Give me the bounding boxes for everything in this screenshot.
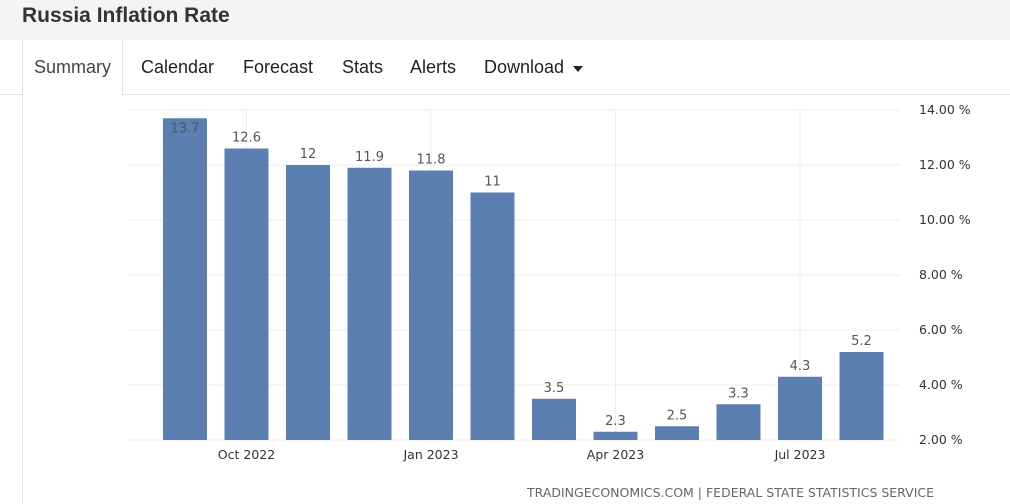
tab-alerts[interactable]: Alerts bbox=[410, 40, 456, 95]
tab-summary[interactable]: Summary bbox=[22, 40, 124, 96]
tab-download-label: Download bbox=[484, 57, 565, 77]
data-label: 2.3 bbox=[605, 414, 626, 429]
y-tick-label: 10.00 % bbox=[919, 212, 971, 227]
data-label: 11 bbox=[484, 175, 501, 190]
bar bbox=[409, 170, 453, 440]
y-tick-label: 6.00 % bbox=[919, 322, 963, 337]
data-label: 3.5 bbox=[544, 381, 565, 396]
data-label: 12 bbox=[300, 147, 317, 162]
chart-area: 2.00 % 4.00 % 6.00 % 8.00 % 10.00 % 12.00 % 14… bbox=[0, 95, 1010, 504]
data-label: 13.7 bbox=[171, 121, 200, 136]
header-bar: Russia Inflation Rate bbox=[0, 0, 1010, 40]
tab-download[interactable]: Download bbox=[484, 39, 584, 95]
bar bbox=[286, 165, 330, 440]
x-tick-label: Jul 2023 bbox=[774, 447, 826, 462]
bar bbox=[224, 148, 269, 440]
x-tick-label: Apr 2023 bbox=[587, 447, 644, 462]
tab-forecast[interactable]: Forecast bbox=[243, 40, 313, 95]
bar bbox=[655, 426, 699, 440]
y-tick-label: 2.00 % bbox=[919, 432, 963, 447]
bar bbox=[839, 352, 884, 440]
bar bbox=[532, 398, 576, 440]
x-tick-label: Jan 2023 bbox=[402, 447, 458, 462]
bar bbox=[593, 431, 638, 440]
y-tick-label: 4.00 % bbox=[919, 377, 963, 392]
data-label: 12.6 bbox=[232, 131, 261, 146]
bar bbox=[470, 192, 515, 440]
data-label: 2.5 bbox=[667, 408, 688, 423]
tab-calendar[interactable]: Calendar bbox=[141, 40, 214, 95]
y-tick-label: 8.00 % bbox=[919, 267, 963, 282]
data-label: 11.8 bbox=[417, 153, 446, 168]
bar bbox=[347, 167, 392, 440]
y-tick-label: 12.00 % bbox=[919, 157, 971, 172]
data-label: 4.3 bbox=[790, 359, 811, 374]
data-label: 11.9 bbox=[355, 150, 384, 165]
bar bbox=[163, 118, 207, 440]
bar bbox=[778, 376, 822, 440]
caret-down-icon bbox=[573, 39, 584, 94]
bar bbox=[716, 404, 761, 440]
page-title: Russia Inflation Rate bbox=[22, 4, 230, 27]
tab-stats[interactable]: Stats bbox=[342, 40, 383, 95]
data-label: 5.2 bbox=[851, 334, 872, 349]
source-credit: TRADINGECONOMICS.COM | FEDERAL STATE STA… bbox=[527, 485, 935, 500]
tab-bar: Summary Calendar Forecast Stats Alerts D… bbox=[0, 39, 1010, 96]
inflation-bar-chart: 2.00 % 4.00 % 6.00 % 8.00 % 10.00 % 12.00 % 14… bbox=[128, 102, 971, 462]
data-label: 3.3 bbox=[728, 386, 749, 401]
x-tick-label: Oct 2022 bbox=[218, 447, 275, 462]
y-tick-label: 14.00 % bbox=[919, 102, 971, 117]
